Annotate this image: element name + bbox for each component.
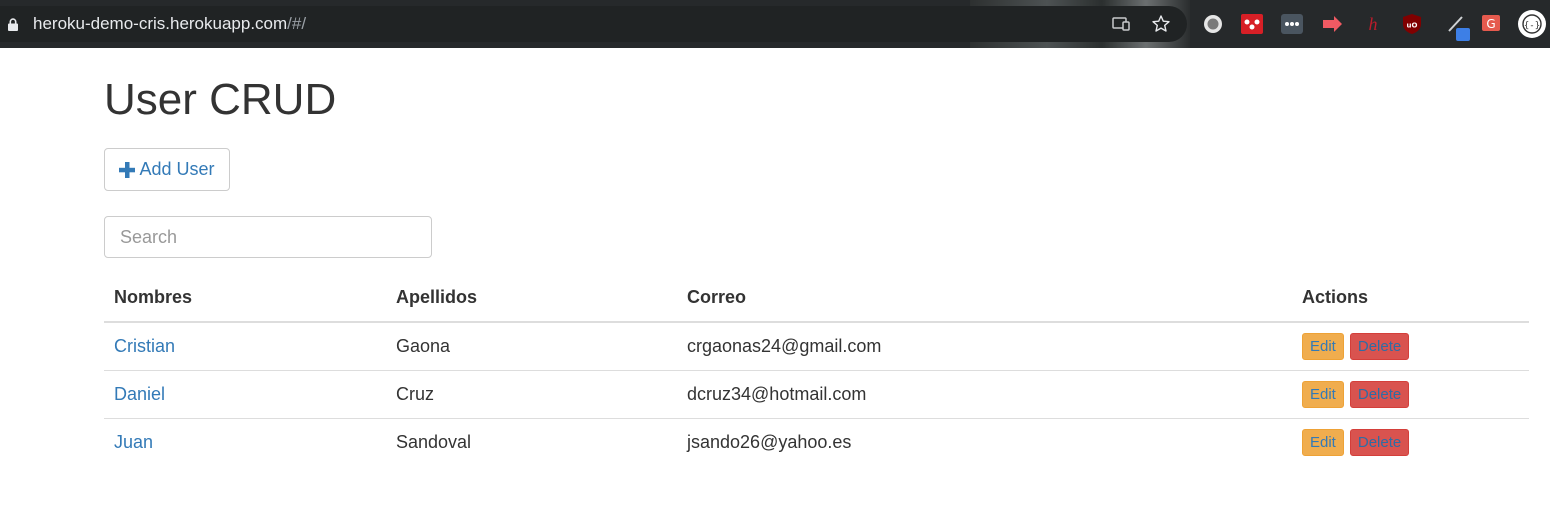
- svg-text:G: G: [1486, 17, 1495, 31]
- user-apellidos: Sandoval: [386, 417, 677, 466]
- user-apellidos: Gaona: [396, 335, 451, 356]
- profile-icon[interactable]: {-}: [1517, 9, 1547, 39]
- row-actions: Edit Delete: [1292, 369, 1529, 418]
- table-header-row: Nombres Apellidos Correo Actions: [104, 274, 1529, 323]
- address-bar[interactable]: heroku-demo-cris.herokuapp.com/#/: [0, 6, 1187, 42]
- user-name-link[interactable]: Juan: [114, 432, 153, 452]
- plus-icon: [119, 161, 136, 178]
- browser-toolbar: heroku-demo-cris.herokuapp.com/#/ h uO G: [0, 0, 1550, 48]
- delete-button[interactable]: Delete: [1349, 428, 1410, 456]
- add-user-button[interactable]: Add User: [104, 148, 230, 191]
- delete-button[interactable]: Delete: [1349, 380, 1410, 408]
- header-actions: Actions: [1292, 274, 1529, 323]
- user-name-link[interactable]: Daniel: [114, 384, 165, 404]
- edit-button[interactable]: Edit: [1302, 332, 1344, 360]
- row-actions: Edit Delete: [1292, 322, 1529, 370]
- svg-text:h: h: [1369, 14, 1378, 34]
- more-dots-icon[interactable]: [1281, 13, 1303, 35]
- delete-button[interactable]: Delete: [1349, 332, 1410, 360]
- table-row: Juan Sandoval jsando26@yahoo.es Edit Del…: [104, 417, 1529, 466]
- pen-icon[interactable]: [1446, 13, 1472, 43]
- user-apellidos: Cruz: [386, 369, 677, 418]
- search-input[interactable]: [104, 216, 432, 258]
- url-host: heroku-demo-cris.herokuapp.com: [33, 14, 288, 33]
- table-row: Cristian Gaona crgaonas24@gmail.com Edit…: [104, 322, 1529, 370]
- add-user-label: Add User: [139, 159, 215, 179]
- svg-text:{-}: {-}: [1524, 21, 1540, 31]
- row-actions: Edit Delete: [1292, 417, 1529, 466]
- table-row: Daniel Cruz dcruz34@hotmail.com Edit Del…: [104, 369, 1529, 418]
- user-correo: crgaonas24@gmail.com: [687, 335, 882, 356]
- lock-icon: [8, 18, 18, 31]
- star-icon[interactable]: [1151, 14, 1171, 34]
- arrow-extension-icon[interactable]: [1321, 13, 1343, 35]
- user-correo: dcruz34@hotmail.com: [677, 369, 1292, 418]
- header-correo: Correo: [677, 274, 1292, 323]
- user-correo: jsando26@yahoo.es: [677, 417, 1292, 466]
- url-path: /#/: [287, 14, 307, 33]
- hypothesis-icon[interactable]: h: [1362, 13, 1384, 35]
- ublock-icon[interactable]: uO: [1401, 13, 1423, 35]
- edit-button[interactable]: Edit: [1302, 380, 1344, 408]
- page-title: User CRUD: [104, 75, 337, 124]
- header-apellidos: Apellidos: [386, 274, 677, 323]
- svg-text:uO: uO: [1407, 22, 1418, 30]
- user-name-link[interactable]: Cristian: [114, 336, 175, 356]
- mendeley-icon[interactable]: [1241, 13, 1263, 35]
- record-icon[interactable]: [1202, 13, 1224, 35]
- edit-button[interactable]: Edit: [1302, 428, 1344, 456]
- url-text[interactable]: heroku-demo-cris.herokuapp.com/#/: [33, 14, 306, 34]
- header-nombres: Nombres: [104, 274, 386, 323]
- cast-icon[interactable]: [1111, 14, 1131, 34]
- translate-icon[interactable]: G: [1481, 13, 1503, 35]
- users-table: Nombres Apellidos Correo Actions Cristia…: [104, 274, 1529, 466]
